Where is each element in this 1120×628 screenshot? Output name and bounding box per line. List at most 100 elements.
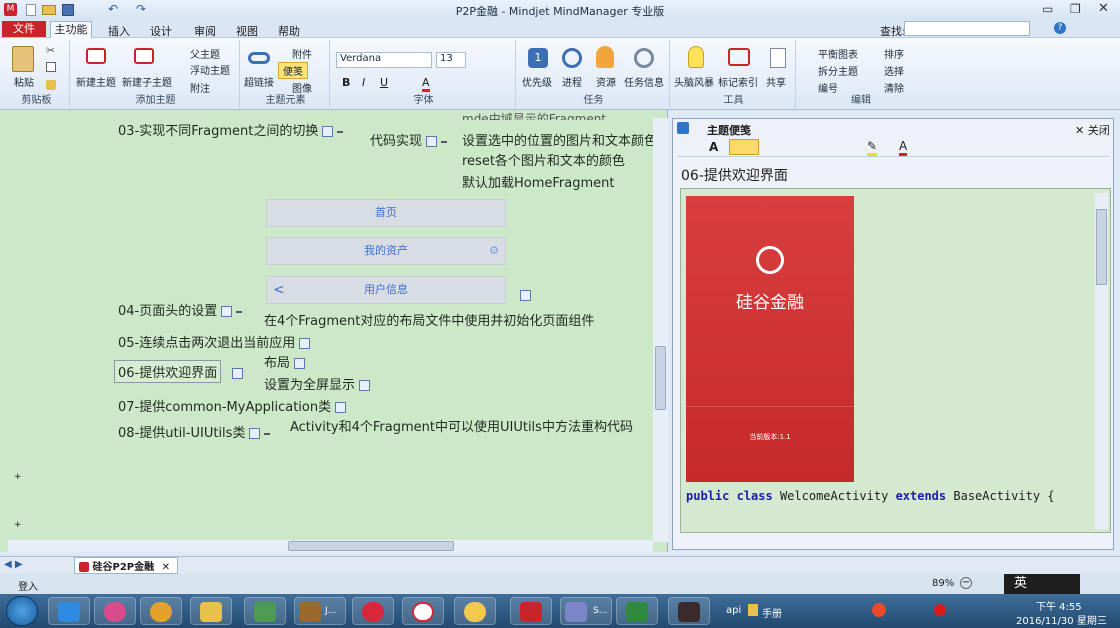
copy-icon[interactable]	[46, 62, 56, 72]
bold-button[interactable]: B	[342, 76, 350, 89]
taskbar-recorder[interactable]	[668, 597, 710, 625]
hyperlink-icon[interactable]	[248, 52, 270, 64]
node-line-1[interactable]: mde中域显示的Fragment	[462, 110, 606, 120]
tab-help[interactable]: 帮助	[278, 23, 300, 39]
floating-topic-button[interactable]: 浮动主题	[190, 62, 230, 77]
collapse-icon[interactable]	[337, 130, 344, 133]
map-canvas[interactable]: mde中域显示的Fragment 设置选中的位置的图片和文本颜色 reset各个…	[0, 110, 668, 552]
align-button[interactable]	[729, 139, 759, 155]
notes-icon[interactable]	[359, 380, 371, 391]
brainstorm-icon[interactable]	[688, 46, 704, 68]
taskbar-android-studio[interactable]	[244, 597, 286, 625]
topic-04[interactable]: 04-页面头的设置	[118, 300, 243, 319]
taskbar-chrome[interactable]	[140, 597, 182, 625]
quick-access-open-icon[interactable]	[42, 5, 56, 15]
topic-06-notes-icon[interactable]	[232, 368, 243, 379]
topic-06[interactable]: 06-提供欢迎界面	[114, 360, 222, 383]
font-color-button[interactable]: A	[709, 140, 718, 154]
taskbar-java[interactable]: J...	[294, 597, 346, 625]
quick-access-save-icon[interactable]	[62, 4, 74, 16]
image-notes-icon[interactable]	[520, 290, 531, 301]
notes-icon[interactable]	[221, 306, 233, 317]
tray-record-icon[interactable]	[934, 604, 946, 616]
notes-body[interactable]: 硅谷金融 当前版本:1.1 public class WelcomeActivi…	[680, 188, 1111, 533]
font-name-select[interactable]: Verdana	[336, 52, 432, 68]
paste-button[interactable]: 粘贴	[14, 74, 34, 89]
quick-access-new-icon[interactable]	[26, 4, 36, 16]
resource-icon[interactable]	[596, 46, 614, 68]
share-icon[interactable]	[770, 48, 786, 68]
map-horizontal-scrollbar[interactable]	[8, 540, 653, 552]
notes-icon[interactable]	[322, 126, 334, 137]
underline-button[interactable]: U	[380, 76, 388, 89]
document-tab[interactable]: 硅谷P2P金融 ✕	[74, 557, 178, 574]
italic-button[interactable]: I	[362, 76, 365, 89]
node-line-2[interactable]: 设置选中的位置的图片和文本颜色	[462, 130, 654, 149]
taskbar-weather[interactable]	[454, 597, 496, 625]
file-tab[interactable]: 文件	[2, 21, 46, 37]
topic-06-child-layout[interactable]: 布局	[264, 352, 306, 371]
new-topic-icon[interactable]	[86, 48, 106, 64]
progress-icon[interactable]	[562, 48, 582, 68]
zoom-out-button[interactable]: −	[960, 577, 972, 589]
quick-access-redo-icon[interactable]: ↷	[136, 2, 146, 16]
tab-view[interactable]: 视图	[236, 23, 258, 39]
font-size-select[interactable]: 13	[436, 52, 466, 68]
notes-scrollbar[interactable]	[1095, 193, 1108, 529]
clock-date[interactable]: 2016/11/30 星期三	[1016, 612, 1107, 627]
collapse-icon[interactable]	[264, 432, 271, 435]
tab-review[interactable]: 审阅	[194, 23, 216, 39]
balance-map-button[interactable]: 平衡图表	[818, 46, 858, 61]
text-color-icon[interactable]: A	[899, 139, 908, 156]
collapse-icon[interactable]	[441, 140, 448, 143]
api-label[interactable]: api	[726, 605, 741, 616]
tab-design[interactable]: 设计	[150, 23, 172, 39]
index-button[interactable]: 标记索引	[718, 74, 758, 89]
cut-icon[interactable]: ✂	[46, 44, 55, 57]
sort-button[interactable]: 排序	[884, 46, 904, 61]
index-icon[interactable]	[728, 48, 750, 66]
task-info-button[interactable]: 任务信息	[624, 74, 664, 89]
highlight-color-icon[interactable]: ✎	[867, 139, 878, 156]
login-button[interactable]: 登入	[18, 578, 38, 593]
topic-03[interactable]: 03-实现不同Fragment之间的切换	[118, 120, 344, 139]
progress-button[interactable]: 进程	[562, 74, 582, 89]
app-logo-icon[interactable]: M	[4, 3, 17, 16]
node-line-4[interactable]: 默认加载HomeFragment	[462, 172, 614, 191]
notes-close-button[interactable]: ✕ 关闭	[1075, 122, 1110, 138]
taskbar-qq[interactable]	[48, 597, 90, 625]
taskbar-mindmanager[interactable]	[510, 597, 552, 625]
find-input[interactable]	[904, 21, 1030, 36]
start-button[interactable]	[6, 596, 38, 626]
attachment-button[interactable]: 附件	[292, 46, 312, 61]
minimize-button[interactable]: ▭	[1042, 2, 1053, 16]
taskbar-explorer[interactable]	[190, 597, 232, 625]
notes-icon[interactable]	[426, 136, 438, 147]
plus-marker-icon[interactable]: +	[14, 472, 22, 482]
paste-icon[interactable]	[12, 46, 34, 72]
plus-marker-icon[interactable]: +	[14, 520, 22, 530]
map-vertical-scrollbar[interactable]	[653, 118, 668, 542]
notes-icon[interactable]	[249, 428, 261, 439]
topic-05[interactable]: 05-连续点击两次退出当前应用	[118, 332, 311, 351]
taskbar-picasa[interactable]	[94, 597, 136, 625]
select-button[interactable]: 选择	[884, 63, 904, 78]
new-subtopic-icon[interactable]	[134, 48, 154, 64]
new-topic-button[interactable]: 新建主题	[76, 74, 116, 89]
hscroll-thumb[interactable]	[288, 541, 454, 551]
quick-access-undo-icon[interactable]: ↶	[108, 2, 118, 16]
manual-label[interactable]: 手册	[762, 605, 782, 620]
new-subtopic-button[interactable]: 新建子主题	[122, 74, 172, 89]
tab-insert[interactable]: 插入	[108, 23, 130, 39]
share-button[interactable]: 共享	[766, 74, 786, 89]
sogou-icon[interactable]	[872, 603, 886, 617]
topic-08-child[interactable]: Activity和4个Fragment中可以使用UIUtils中方法重构代码	[290, 416, 652, 435]
help-icon[interactable]: ?	[1054, 22, 1066, 34]
topic-code-impl[interactable]: 代码实现	[370, 130, 448, 149]
clock-time[interactable]: 下午 4:55	[1036, 598, 1082, 613]
notes-icon[interactable]	[294, 358, 306, 369]
scroll-thumb[interactable]	[655, 346, 666, 410]
font-color-icon[interactable]: A	[422, 76, 430, 92]
resource-button[interactable]: 资源	[596, 74, 616, 89]
nav-arrows-icon[interactable]: ◀ ▶	[4, 559, 23, 570]
